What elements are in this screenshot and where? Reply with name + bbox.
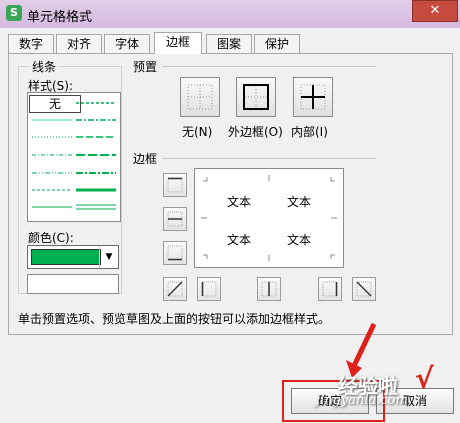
preview-text: 文本 [227, 195, 252, 209]
border-outline-icon [243, 84, 269, 110]
preview-text: 文本 [287, 195, 312, 209]
tab-number[interactable]: 数字 [8, 34, 54, 53]
preview-corner-marks [201, 175, 337, 261]
line-group-label: 线条 [30, 58, 59, 75]
border-none-icon [187, 84, 213, 110]
border-horizontal-inside-icon [167, 211, 183, 227]
border-label: 边框 [133, 152, 158, 166]
preview-text: 文本 [287, 233, 312, 247]
presets-label: 预置 [133, 60, 158, 74]
diagonal-down-icon [356, 281, 372, 297]
color-swatch [31, 249, 101, 265]
border-bottom-icon [167, 245, 183, 261]
color-dropdown[interactable]: ▼ [27, 245, 119, 269]
line-style-list[interactable]: 无 [27, 92, 121, 222]
tab-border[interactable]: 边框 [154, 32, 202, 54]
diagonal-up-icon [167, 281, 183, 297]
preset-outline-label[interactable]: 外边框(O) [228, 123, 283, 140]
border-top-icon [167, 177, 183, 193]
border-diagonal-down-button[interactable] [352, 277, 376, 301]
border-vertical-inside-icon [261, 281, 277, 297]
border-left-icon [201, 281, 217, 297]
tab-font[interactable]: 字体 [104, 34, 150, 53]
border-right-button[interactable] [318, 277, 342, 301]
chevron-down-icon[interactable]: ▼ [99, 246, 118, 268]
preset-none-label[interactable]: 无(N) [182, 123, 212, 140]
wps-app-icon: S [6, 5, 22, 21]
border-preview[interactable]: 文本 文本 文本 文本 [194, 168, 344, 268]
preset-inside-button[interactable] [293, 77, 333, 117]
border-middle-horizontal-button[interactable] [163, 207, 187, 231]
tab-pattern[interactable]: 图案 [206, 34, 252, 53]
preview-text: 文本 [227, 233, 252, 247]
border-inside-icon [300, 84, 326, 110]
preset-inside-label[interactable]: 内部(I) [291, 123, 328, 140]
preset-none-button[interactable] [180, 77, 220, 117]
border-bottom-button[interactable] [163, 241, 187, 265]
close-button[interactable]: ✕ [412, 0, 458, 22]
dialog-title: 单元格格式 [27, 10, 93, 25]
line-style-swatches[interactable] [28, 93, 120, 221]
border-right-icon [322, 281, 338, 297]
border-middle-vertical-button[interactable] [257, 277, 281, 301]
format-cells-dialog: S 单元格格式 ✕ 数字 对齐 字体 边框 图案 保护 线条 样式(S): 无 [0, 0, 460, 423]
border-diagonal-up-button[interactable] [163, 277, 187, 301]
hint-text: 单击预置选项、预览草图及上面的按钮可以添加边框样式。 [18, 312, 331, 326]
border-divider [162, 158, 376, 159]
tab-alignment[interactable]: 对齐 [56, 34, 102, 53]
color-label: 颜色(C): [28, 231, 74, 245]
tab-protection[interactable]: 保护 [254, 34, 300, 53]
line-extra-box [27, 274, 119, 294]
title-bar: S 单元格格式 ✕ [0, 0, 460, 28]
watermark-url: jingyanla.com [316, 393, 408, 408]
check-mark: √ [415, 362, 434, 395]
border-left-button[interactable] [197, 277, 221, 301]
border-top-button[interactable] [163, 173, 187, 197]
preset-outline-button[interactable] [236, 77, 276, 117]
presets-divider [162, 66, 376, 67]
